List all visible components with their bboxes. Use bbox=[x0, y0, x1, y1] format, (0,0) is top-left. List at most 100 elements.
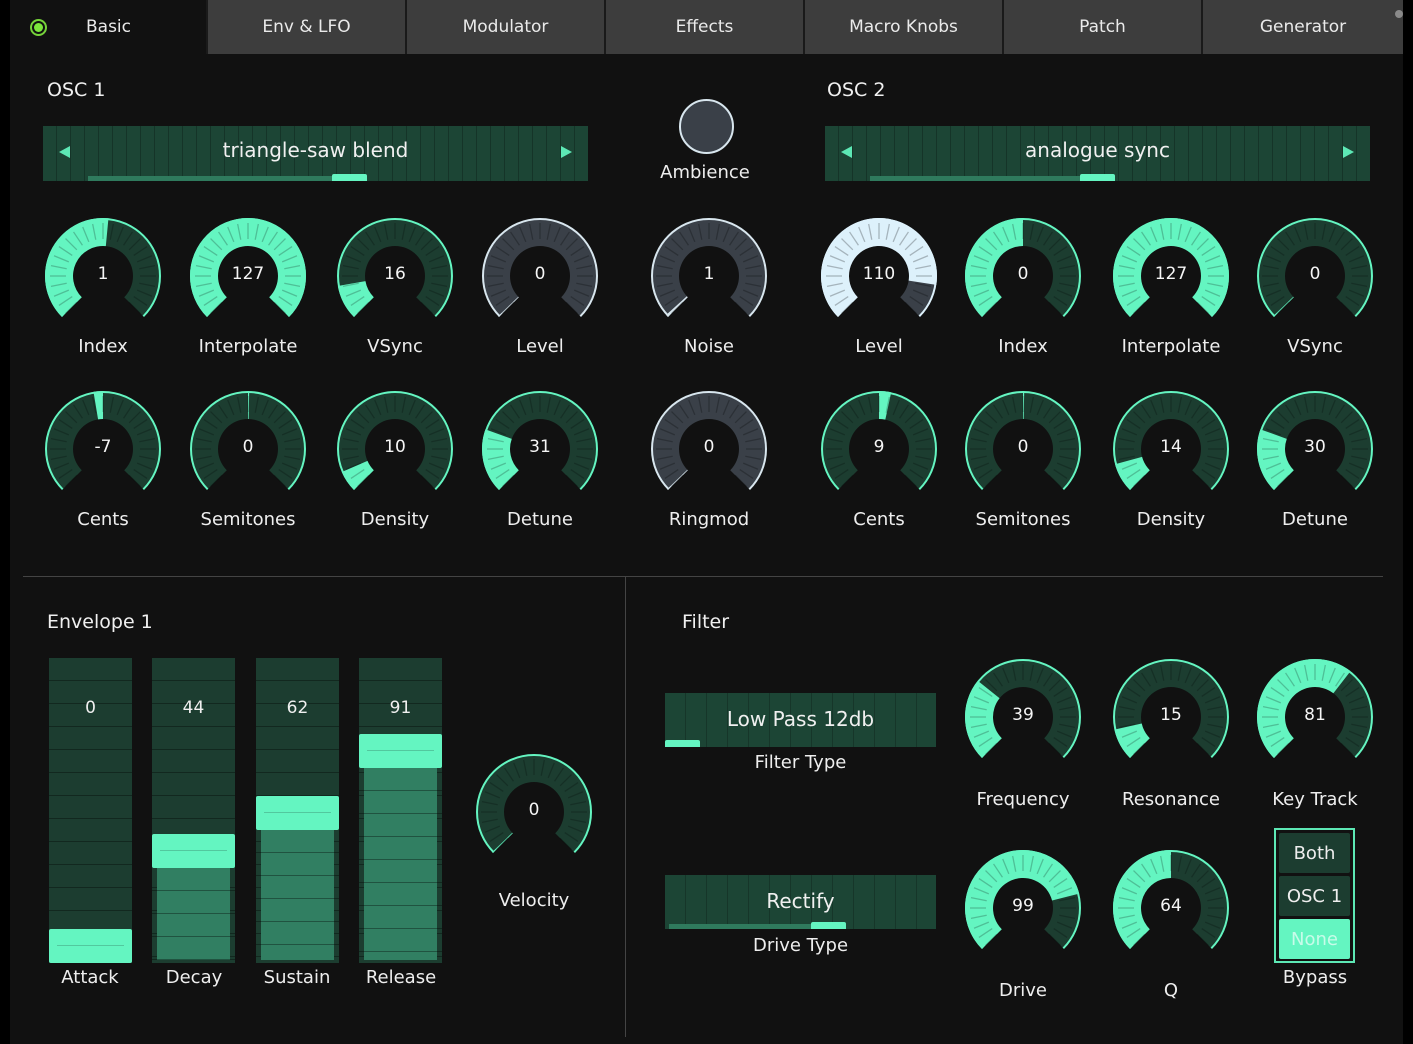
knob-value: 14 bbox=[1160, 437, 1182, 457]
window-indicator-dot bbox=[1395, 10, 1403, 18]
attack-slider[interactable]: 0 bbox=[49, 658, 132, 963]
bypass-label: Bypass bbox=[1282, 967, 1348, 988]
osc1-density-knob[interactable]: 10 Density bbox=[335, 389, 455, 539]
knob-label: Density bbox=[360, 509, 430, 530]
drive-type-selector[interactable]: Rectify bbox=[665, 875, 936, 929]
tab-label: Env & LFO bbox=[262, 17, 351, 37]
tab-env-lfo[interactable]: Env & LFO bbox=[208, 0, 407, 54]
tab-generator[interactable]: Generator bbox=[1203, 0, 1403, 54]
osc1-detune-knob[interactable]: 31 Detune bbox=[480, 389, 600, 539]
key-track-knob[interactable]: 81 Key Track bbox=[1255, 657, 1375, 810]
osc1-cents-knob[interactable]: -7 Cents bbox=[43, 389, 163, 539]
slider-handle[interactable] bbox=[359, 733, 442, 768]
selector-thumb[interactable] bbox=[811, 922, 847, 929]
tab-label: Modulator bbox=[462, 17, 549, 37]
osc2-index-knob[interactable]: 0 Index bbox=[963, 216, 1083, 366]
osc2-waveform-selector[interactable]: analogue sync bbox=[825, 126, 1370, 181]
knob-label: Detune bbox=[1282, 509, 1348, 530]
osc2-semitones-knob[interactable]: 0 Semitones bbox=[963, 389, 1083, 539]
section-divider bbox=[23, 576, 1383, 577]
knob-label: Drive bbox=[999, 980, 1047, 1001]
next-arrow-icon[interactable] bbox=[561, 146, 572, 158]
tab-effects[interactable]: Effects bbox=[606, 0, 805, 54]
knob-value: 1 bbox=[703, 264, 715, 284]
osc1-level-knob[interactable]: 0 Level bbox=[480, 216, 600, 366]
osc1-semitones-knob[interactable]: 0 Semitones bbox=[188, 389, 308, 539]
ringmod-knob[interactable]: 0 Ringmod bbox=[649, 389, 769, 539]
waveform-name: triangle-saw blend bbox=[222, 138, 409, 162]
decay-slider[interactable]: 44 bbox=[152, 658, 235, 963]
osc1-vsync-knob[interactable]: 16 VSync bbox=[335, 216, 455, 366]
knob-value: 31 bbox=[529, 437, 551, 457]
q-knob[interactable]: 64 Q bbox=[1111, 848, 1231, 1001]
knob-value-fill bbox=[1114, 723, 1150, 759]
knob-value: 0 bbox=[703, 437, 715, 457]
frequency-knob[interactable]: 39 Frequency bbox=[963, 657, 1083, 810]
attack-label: Attack bbox=[61, 967, 119, 988]
knob-value: 0 bbox=[1017, 437, 1029, 457]
tab-basic[interactable]: Basic bbox=[10, 0, 208, 54]
slider-handle[interactable] bbox=[49, 929, 132, 963]
knob-label: Interpolate bbox=[1121, 336, 1221, 357]
tab-patch[interactable]: Patch bbox=[1004, 0, 1203, 54]
noise-knob[interactable]: 1 Noise bbox=[649, 216, 769, 366]
knob-label: Ringmod bbox=[668, 509, 750, 530]
sustain-slider[interactable]: 62 bbox=[256, 658, 339, 963]
velocity-knob[interactable]: 0 Velocity bbox=[474, 752, 594, 911]
knob-value: 10 bbox=[384, 437, 406, 457]
slider-handle[interactable] bbox=[256, 796, 339, 831]
ambience-button[interactable] bbox=[679, 99, 734, 154]
knob-value: 15 bbox=[1160, 705, 1182, 725]
bypass-selector: Both OSC 1 None bbox=[1274, 828, 1355, 963]
tab-label: Effects bbox=[675, 17, 734, 37]
power-led-icon[interactable] bbox=[30, 19, 47, 36]
release-slider[interactable]: 91 bbox=[359, 658, 442, 963]
knob-label: Noise bbox=[684, 336, 734, 357]
knob-value: 81 bbox=[1304, 705, 1326, 725]
knob-label: Detune bbox=[507, 509, 573, 530]
osc1-index-knob[interactable]: 1 Index bbox=[43, 216, 163, 366]
decay-label: Decay bbox=[165, 967, 223, 988]
knob-label: Cents bbox=[853, 509, 905, 530]
osc2-detune-knob[interactable]: 30 Detune bbox=[1255, 389, 1375, 539]
osc1-interpolate-knob[interactable]: 127 Interpolate bbox=[188, 216, 308, 366]
knob-value: 127 bbox=[1154, 264, 1188, 284]
knob-value: 30 bbox=[1304, 437, 1326, 457]
bypass-option-osc1[interactable]: OSC 1 bbox=[1279, 876, 1350, 916]
osc2-interpolate-knob[interactable]: 127 Interpolate bbox=[1111, 216, 1231, 366]
filter-type-value: Low Pass 12db bbox=[726, 707, 875, 731]
slider-handle[interactable] bbox=[152, 834, 235, 869]
knob-label: Resonance bbox=[1122, 789, 1220, 810]
knob-value: 110 bbox=[862, 264, 896, 284]
slider-fill-grid bbox=[152, 868, 235, 963]
osc2-cents-knob[interactable]: 9 Cents bbox=[819, 389, 939, 539]
next-arrow-icon[interactable] bbox=[1343, 146, 1354, 158]
osc1-title: OSC 1 bbox=[47, 79, 106, 101]
filter-type-selector[interactable]: Low Pass 12db bbox=[665, 693, 936, 747]
knob-label: Index bbox=[78, 336, 128, 357]
osc2-vsync-knob[interactable]: 0 VSync bbox=[1255, 216, 1375, 366]
waveform-name: analogue sync bbox=[1025, 138, 1170, 162]
knob-label: Semitones bbox=[200, 509, 296, 530]
drive-knob[interactable]: 99 Drive bbox=[963, 848, 1083, 1001]
selector-track bbox=[88, 176, 332, 181]
osc1-waveform-selector[interactable]: triangle-saw blend bbox=[43, 126, 588, 181]
selector-thumb[interactable] bbox=[331, 174, 367, 181]
resonance-knob[interactable]: 15 Resonance bbox=[1111, 657, 1231, 810]
knob-value: 127 bbox=[231, 264, 265, 284]
osc2-level-knob[interactable]: 110 Level bbox=[819, 216, 939, 366]
drive-type-value: Rectify bbox=[766, 889, 835, 913]
knob-value: 0 bbox=[242, 437, 254, 457]
knob-value: 99 bbox=[1012, 896, 1034, 916]
tab-label: Generator bbox=[1259, 17, 1347, 37]
tab-macro-knobs[interactable]: Macro Knobs bbox=[805, 0, 1004, 54]
tab-modulator[interactable]: Modulator bbox=[407, 0, 606, 54]
bypass-option-both[interactable]: Both bbox=[1279, 833, 1350, 873]
selector-thumb[interactable] bbox=[665, 740, 700, 747]
knob-value: 0 bbox=[534, 264, 546, 284]
osc2-density-knob[interactable]: 14 Density bbox=[1111, 389, 1231, 539]
selector-thumb[interactable] bbox=[1080, 174, 1115, 181]
slider-value: 44 bbox=[182, 698, 205, 718]
bypass-option-none[interactable]: None bbox=[1279, 919, 1350, 959]
drive-type-label: Drive Type bbox=[752, 935, 849, 956]
